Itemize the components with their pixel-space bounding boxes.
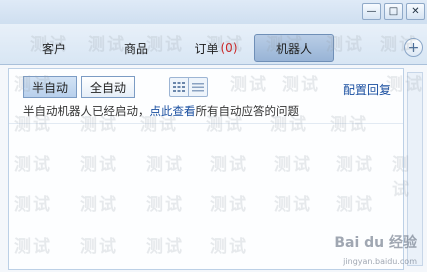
- close-button[interactable]: ✕: [406, 3, 425, 20]
- tab-orders[interactable]: 订单 (0): [180, 36, 252, 60]
- config-reply-link[interactable]: 配置回复: [343, 81, 391, 98]
- tab-label: 机器人: [275, 41, 312, 56]
- robot-status-text: 半自动机器人已经启动，点此查看所有自动应答的问题: [23, 103, 299, 119]
- window-controls: — □ ✕: [362, 3, 425, 20]
- title-bar: — □ ✕: [0, 0, 427, 25]
- semi-auto-button[interactable]: 半自动: [23, 76, 78, 98]
- minimize-button[interactable]: —: [362, 3, 381, 20]
- view-all-link[interactable]: 点此查看: [150, 104, 196, 118]
- tab-robot[interactable]: 机器人: [254, 34, 334, 62]
- view-toggle: [169, 77, 208, 97]
- plus-icon: +: [407, 39, 420, 56]
- list-view-icon[interactable]: [188, 78, 207, 96]
- tab-label: 客户: [41, 41, 66, 56]
- add-tab-button[interactable]: +: [404, 38, 423, 57]
- order-count-badge: (0): [220, 41, 238, 55]
- maximize-button[interactable]: □: [384, 3, 403, 20]
- mode-selector: 半自动 全自动: [23, 76, 136, 98]
- baidu-logo: Bai du 经验: [334, 235, 417, 251]
- tab-bar: 客户 商品 订单 (0) 机器人 +: [0, 24, 427, 65]
- full-auto-button[interactable]: 全自动: [81, 76, 136, 98]
- tab-customers[interactable]: 客户: [12, 36, 96, 60]
- grid-view-icon[interactable]: [170, 78, 188, 96]
- status-suffix: 所有自动应答的问题: [195, 104, 300, 118]
- baidu-url: jingyan.baidu.com: [343, 257, 417, 266]
- tab-label: 订单: [194, 41, 219, 56]
- app-window: — □ ✕ 客户 商品 订单 (0) 机器人 + 半自动 全自动 配置回复 半自…: [0, 0, 427, 272]
- tab-label: 商品: [123, 41, 148, 56]
- status-prefix: 半自动机器人已经启动，: [23, 104, 150, 118]
- divider: [9, 123, 403, 124]
- tab-products[interactable]: 商品: [98, 36, 174, 60]
